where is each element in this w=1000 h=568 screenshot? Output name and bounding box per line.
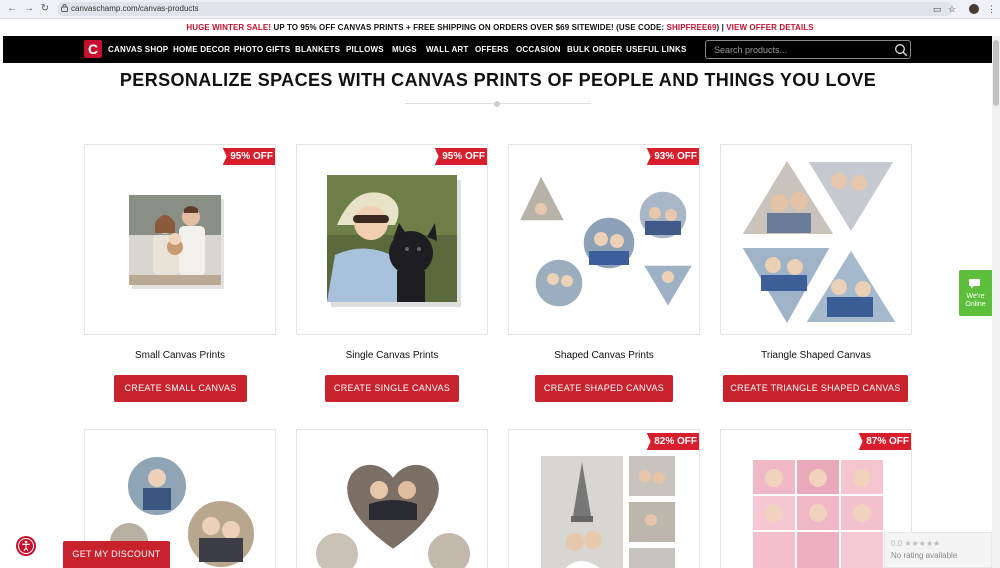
promo-banner: HUGE WINTER SALE! UP TO 95% OFF CANVAS P… xyxy=(0,19,1000,36)
promo-headline: HUGE WINTER SALE! xyxy=(186,23,272,32)
get-discount-button[interactable]: GET MY DISCOUNT xyxy=(63,541,170,568)
collage-canvas-photos xyxy=(541,456,675,568)
badge-fold xyxy=(699,165,700,171)
chat-online-line1: We're xyxy=(966,293,985,300)
promo-code: SHIPFREE69 xyxy=(666,23,717,32)
product-card-heart-canvas[interactable] xyxy=(296,429,488,568)
product-card-shaped-canvas[interactable]: 93% OFF xyxy=(508,144,700,335)
search-icon[interactable] xyxy=(894,43,908,57)
rating-stars: 0.0 ★★★★★ xyxy=(891,539,941,548)
nav-item-bulk-order[interactable]: BULK ORDER xyxy=(567,36,622,63)
chat-online-label: We're Online xyxy=(959,293,992,309)
create-shaped-canvas-button[interactable]: CREATE SHAPED CANVAS xyxy=(535,375,673,402)
discount-badge: 87% OFF xyxy=(854,433,911,450)
view-offer-link[interactable]: VIEW OFFER DETAILS xyxy=(726,23,813,32)
discount-badge: 95% OFF xyxy=(218,148,275,165)
create-triangle-canvas-button[interactable]: CREATE TRIANGLE SHAPED CANVAS xyxy=(723,375,908,402)
product-card-small-canvas[interactable]: 95% OFF xyxy=(84,144,276,335)
nav-item-useful-links[interactable]: USEFUL LINKS xyxy=(626,36,686,63)
browser-menu-icon[interactable]: ⋮ xyxy=(987,3,996,15)
discount-badge: 93% OFF xyxy=(642,148,699,165)
bookmark-star-icon[interactable]: ☆ xyxy=(948,3,956,15)
reload-icon[interactable]: ↻ xyxy=(39,3,51,15)
url-text: canvaschamp.com/canvas-products xyxy=(71,4,199,13)
nav-item-home-decor[interactable]: HOME DECOR xyxy=(173,36,230,63)
small-canvas-family-photo xyxy=(129,195,224,289)
shaped-canvas-photos xyxy=(517,173,693,309)
search-box[interactable]: Search products... xyxy=(705,40,911,59)
promo-separator: ) | xyxy=(716,23,727,32)
product-card-single-canvas[interactable]: 95% OFF xyxy=(296,144,488,335)
search-input[interactable]: Search products... xyxy=(714,44,787,56)
product-name[interactable]: Shaped Canvas Prints xyxy=(508,349,700,363)
back-icon[interactable]: ← xyxy=(6,3,18,15)
nav-item-offers[interactable]: OFFERS xyxy=(475,36,509,63)
nav-item-occasion[interactable]: OCCASION xyxy=(516,36,561,63)
nav-item-blankets[interactable]: BLANKETS xyxy=(295,36,340,63)
canvaschamp-logo[interactable]: C xyxy=(84,40,102,58)
nav-item-wall-art[interactable]: WALL ART xyxy=(426,36,468,63)
rating-status: No rating available xyxy=(891,551,958,560)
main-nav: C CANVAS SHOP HOME DECOR PHOTO GIFTS BLA… xyxy=(3,36,992,63)
badge-fold xyxy=(699,450,700,456)
kids-collage-photos xyxy=(753,460,883,568)
chat-online-tab[interactable]: We're Online xyxy=(959,270,992,316)
product-name[interactable]: Triangle Shaped Canvas xyxy=(720,349,912,363)
promo-body: UP TO 95% OFF CANVAS PRINTS + FREE SHIPP… xyxy=(271,23,667,32)
badge-fold xyxy=(275,165,276,171)
discount-badge: 95% OFF xyxy=(430,148,487,165)
nav-item-canvas-shop[interactable]: CANVAS SHOP xyxy=(108,36,168,63)
nav-item-photo-gifts[interactable]: PHOTO GIFTS xyxy=(234,36,290,63)
triangle-canvas-photos xyxy=(739,157,899,327)
badge-fold xyxy=(911,450,912,456)
chat-bubble-icon xyxy=(969,279,980,289)
rating-widget[interactable]: 0.0 ★★★★★ No rating available xyxy=(884,532,992,568)
nav-item-pillows[interactable]: PILLOWS xyxy=(346,36,384,63)
create-small-canvas-button[interactable]: CREATE SMALL CANVAS xyxy=(114,375,247,402)
create-single-canvas-button[interactable]: CREATE SINGLE CANVAS xyxy=(325,375,459,402)
forward-icon[interactable]: → xyxy=(23,3,35,15)
browser-toolbar: ← → ↻ canvaschamp.com/canvas-products ▭ … xyxy=(0,0,1000,19)
heart-canvas-photos xyxy=(314,462,472,568)
accessibility-button[interactable] xyxy=(16,536,36,556)
cast-icon[interactable]: ▭ xyxy=(933,3,942,15)
product-card-triangle-canvas[interactable] xyxy=(720,144,912,335)
badge-fold xyxy=(487,165,488,171)
single-canvas-dog-photo xyxy=(327,175,461,307)
profile-avatar[interactable] xyxy=(969,4,979,14)
nav-item-mugs[interactable]: MUGS xyxy=(392,36,417,63)
product-name[interactable]: Single Canvas Prints xyxy=(296,349,488,363)
address-bar[interactable]: canvaschamp.com/canvas-products xyxy=(57,2,953,16)
site-info-icon[interactable] xyxy=(61,4,68,12)
chat-online-line2: Online xyxy=(965,301,986,308)
accessibility-icon xyxy=(18,538,34,554)
product-card-collage-canvas[interactable]: 82% OFF xyxy=(508,429,700,568)
product-name[interactable]: Small Canvas Prints xyxy=(84,349,276,363)
page-scrollbar[interactable] xyxy=(992,36,1000,568)
title-divider-dot xyxy=(494,101,500,107)
page-title: PERSONALIZE SPACES WITH CANVAS PRINTS OF… xyxy=(119,70,877,90)
discount-badge: 82% OFF xyxy=(642,433,699,450)
